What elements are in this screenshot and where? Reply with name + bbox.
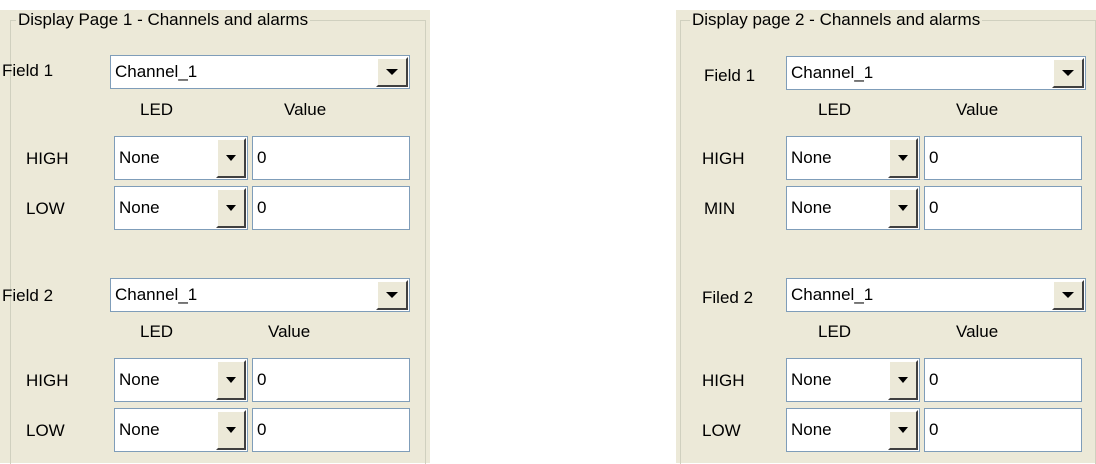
field-1-high-led-value: None bbox=[791, 148, 832, 167]
dropdown-button[interactable] bbox=[376, 57, 408, 87]
chevron-down-icon bbox=[1062, 70, 1074, 76]
field-2-low-led-select[interactable]: None bbox=[786, 408, 920, 452]
dropdown-button[interactable] bbox=[888, 188, 918, 228]
dropdown-button[interactable] bbox=[216, 360, 246, 400]
field-1-min-value-input[interactable]: 0 bbox=[924, 186, 1082, 230]
field-2-label: Filed 2 bbox=[702, 288, 754, 307]
value-column-header: Value bbox=[268, 322, 311, 341]
field-1-high-value-text: 0 bbox=[257, 148, 267, 167]
field-2-channel-select[interactable]: Channel_1 bbox=[786, 278, 1086, 312]
field-1-min-label: MIN bbox=[704, 199, 736, 218]
field-2-channel-select[interactable]: Channel_1 bbox=[110, 278, 410, 312]
value-column-header: Value bbox=[956, 100, 999, 119]
field-2-low-value-input[interactable]: 0 bbox=[924, 408, 1082, 452]
field-1-low-led-value: None bbox=[119, 198, 160, 217]
dropdown-button[interactable] bbox=[376, 280, 408, 310]
dropdown-button[interactable] bbox=[888, 138, 918, 178]
value-column-header: Value bbox=[284, 100, 327, 119]
led-column-header: LED bbox=[140, 100, 174, 119]
field-1-high-led-value: None bbox=[119, 148, 160, 167]
field-2-channel-value: Channel_1 bbox=[791, 285, 874, 304]
field-2-low-label: LOW bbox=[26, 421, 65, 440]
field-2-high-led-value: None bbox=[791, 370, 832, 389]
field-1-high-label: HIGH bbox=[26, 149, 69, 168]
field-2-channel-value: Channel_1 bbox=[115, 285, 198, 304]
field-1-channel-select[interactable]: Channel_1 bbox=[110, 55, 410, 89]
dropdown-button[interactable] bbox=[1052, 58, 1084, 88]
field-1-high-value-input[interactable]: 0 bbox=[924, 136, 1082, 180]
dropdown-button[interactable] bbox=[1052, 280, 1084, 310]
field-2-high-led-select[interactable]: None bbox=[786, 358, 920, 402]
field-1-low-value-text: 0 bbox=[257, 198, 267, 217]
field-2-low-led-value: None bbox=[119, 420, 160, 439]
led-column-header: LED bbox=[140, 322, 174, 341]
field-1-channel-value: Channel_1 bbox=[791, 63, 874, 82]
chevron-down-icon bbox=[226, 205, 236, 211]
led-column-header: LED bbox=[818, 100, 852, 119]
field-2-low-led-value: None bbox=[791, 420, 832, 439]
chevron-down-icon bbox=[1062, 292, 1074, 298]
chevron-down-icon bbox=[386, 69, 398, 75]
field-2-low-value-text: 0 bbox=[929, 420, 939, 439]
chevron-down-icon bbox=[898, 205, 908, 211]
field-1-min-led-select[interactable]: None bbox=[786, 186, 920, 230]
chevron-down-icon bbox=[898, 427, 908, 433]
groupbox-title: Display Page 1 - Channels and alarms bbox=[16, 10, 311, 30]
field-2-high-value-input[interactable]: 0 bbox=[252, 358, 410, 402]
field-2-high-led-select[interactable]: None bbox=[114, 358, 248, 402]
dropdown-button[interactable] bbox=[888, 410, 918, 450]
dropdown-button[interactable] bbox=[216, 188, 246, 228]
groupbox-title: Display page 2 - Channels and alarms bbox=[690, 10, 983, 30]
field-2-low-label: LOW bbox=[702, 421, 741, 440]
field-1-min-led-value: None bbox=[791, 198, 832, 217]
field-1-high-value-text: 0 bbox=[929, 148, 939, 167]
dropdown-button[interactable] bbox=[216, 138, 246, 178]
chevron-down-icon bbox=[898, 155, 908, 161]
field-1-high-led-select[interactable]: None bbox=[114, 136, 248, 180]
field-1-high-led-select[interactable]: None bbox=[786, 136, 920, 180]
field-2-low-value-text: 0 bbox=[257, 420, 267, 439]
field-1-high-label: HIGH bbox=[702, 149, 745, 168]
field-1-label: Field 1 bbox=[704, 66, 756, 85]
chevron-down-icon bbox=[226, 377, 236, 383]
display-page-2-panel: Display page 2 - Channels and alarms Fie… bbox=[676, 10, 1096, 464]
field-1-low-label: LOW bbox=[26, 199, 65, 218]
field-2-high-label: HIGH bbox=[26, 371, 69, 390]
field-2-high-led-value: None bbox=[119, 370, 160, 389]
field-2-high-value-input[interactable]: 0 bbox=[924, 358, 1082, 402]
field-2-low-value-input[interactable]: 0 bbox=[252, 408, 410, 452]
field-1-low-value-input[interactable]: 0 bbox=[252, 186, 410, 230]
field-2-high-label: HIGH bbox=[702, 371, 745, 390]
value-column-header: Value bbox=[956, 322, 999, 341]
field-1-high-value-input[interactable]: 0 bbox=[252, 136, 410, 180]
field-1-min-value-text: 0 bbox=[929, 198, 939, 217]
field-1-channel-select[interactable]: Channel_1 bbox=[786, 56, 1086, 90]
chevron-down-icon bbox=[898, 377, 908, 383]
field-1-label: Field 1 bbox=[2, 61, 54, 80]
chevron-down-icon bbox=[226, 427, 236, 433]
led-column-header: LED bbox=[818, 322, 852, 341]
dropdown-button[interactable] bbox=[216, 410, 246, 450]
display-page-1-panel: Display Page 1 - Channels and alarms Fie… bbox=[0, 10, 430, 464]
field-2-label: Field 2 bbox=[2, 286, 54, 305]
field-1-channel-value: Channel_1 bbox=[115, 62, 198, 81]
chevron-down-icon bbox=[386, 292, 398, 298]
chevron-down-icon bbox=[226, 155, 236, 161]
field-2-low-led-select[interactable]: None bbox=[114, 408, 248, 452]
field-2-high-value-text: 0 bbox=[257, 370, 267, 389]
dropdown-button[interactable] bbox=[888, 360, 918, 400]
field-1-low-led-select[interactable]: None bbox=[114, 186, 248, 230]
field-2-high-value-text: 0 bbox=[929, 370, 939, 389]
